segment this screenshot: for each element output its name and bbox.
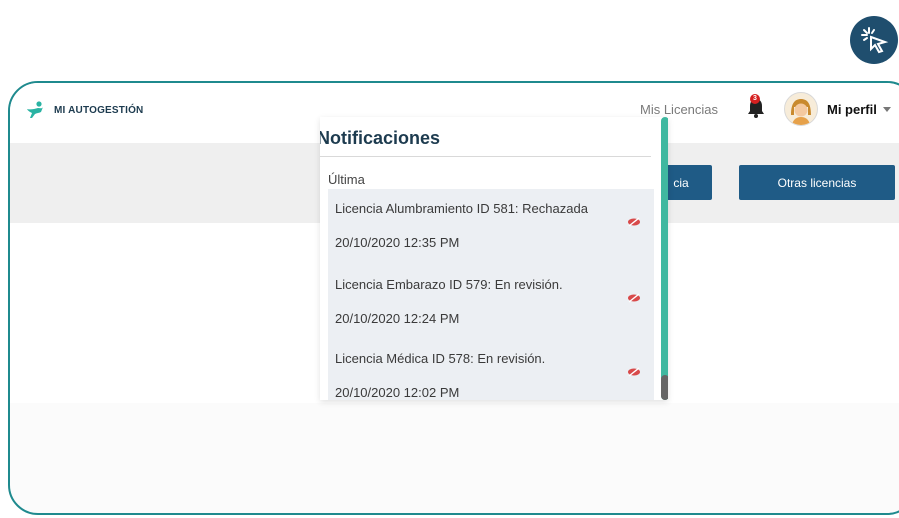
nav-link-mis-licencias[interactable]: Mis Licencias bbox=[640, 102, 718, 117]
notification-message: Licencia Alumbramiento ID 581: Rechazada bbox=[335, 201, 588, 216]
scrollbar-thumb[interactable] bbox=[661, 375, 668, 400]
user-avatar-icon[interactable] bbox=[784, 92, 818, 126]
notification-count-badge: 3 bbox=[750, 94, 760, 104]
notification-date: 20/10/2020 12:35 PM bbox=[335, 235, 460, 250]
eye-slash-icon[interactable] bbox=[627, 217, 641, 227]
notification-item[interactable]: Licencia Médica ID 578: En revisión. 20/… bbox=[335, 351, 645, 400]
notification-message: Licencia Médica ID 578: En revisión. bbox=[335, 351, 546, 366]
eye-slash-icon[interactable] bbox=[627, 367, 641, 377]
notification-date: 20/10/2020 12:24 PM bbox=[335, 311, 460, 326]
notifications-dropdown: Notificaciones Última Licencia Alumbrami… bbox=[320, 117, 668, 400]
notification-message: Licencia Embarazo ID 579: En revisión. bbox=[335, 277, 563, 292]
divider bbox=[320, 156, 651, 157]
profile-menu[interactable]: Mi perfil bbox=[827, 102, 891, 117]
chevron-down-icon bbox=[882, 107, 891, 112]
person-jump-icon bbox=[27, 101, 43, 118]
other-licenses-button[interactable]: Otras licencias bbox=[739, 165, 895, 200]
notification-item[interactable]: Licencia Embarazo ID 579: En revisión. 2… bbox=[335, 277, 645, 326]
notification-item[interactable]: Licencia Alumbramiento ID 581: Rechazada… bbox=[335, 201, 645, 250]
brand-logo[interactable]: MI AUTOGESTIÓN bbox=[26, 101, 143, 119]
scrollbar-track[interactable] bbox=[661, 117, 668, 400]
profile-label: Mi perfil bbox=[827, 102, 877, 117]
eye-slash-icon[interactable] bbox=[627, 293, 641, 303]
notifications-title: Notificaciones bbox=[320, 128, 441, 148]
notifications-section-label: Última bbox=[328, 172, 365, 187]
notifications-list: Licencia Alumbramiento ID 581: Rechazada… bbox=[328, 189, 654, 400]
pointer-click-icon bbox=[850, 16, 898, 64]
brand-name: MI AUTOGESTIÓN bbox=[54, 104, 144, 116]
notification-date: 20/10/2020 12:02 PM bbox=[335, 385, 460, 400]
